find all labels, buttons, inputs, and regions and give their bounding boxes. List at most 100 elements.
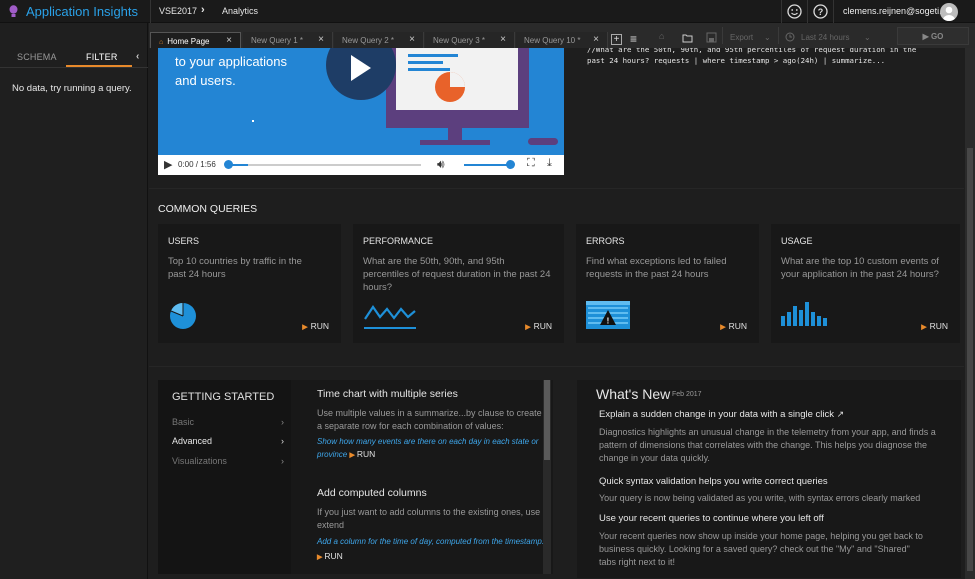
card-description: What are the top 10 custom events of you… <box>781 256 939 280</box>
empty-message: No data, try running a query. <box>12 83 132 94</box>
fullscreen-icon[interactable]: ⛶ <box>527 157 535 170</box>
export-chevron-icon[interactable]: ⌄ <box>764 33 771 42</box>
tab-new-query-2[interactable]: New Query 2 * × <box>334 32 424 48</box>
nav-item-visualizations[interactable]: Visualizations › <box>172 456 284 466</box>
section-text: If you just want to add columns to the e… <box>317 507 541 530</box>
play-icon: ▶ <box>922 32 931 41</box>
run-button[interactable]: ▶ RUN <box>317 550 547 564</box>
tab-new-query-10[interactable]: New Query 10 * × <box>516 32 608 48</box>
news-item-heading: Quick syntax validation helps you write … <box>599 476 828 487</box>
close-icon[interactable]: × <box>409 34 415 45</box>
brand-title[interactable]: Application Insights <box>26 4 138 19</box>
volume-icon[interactable]: 🔊︎ <box>437 157 445 172</box>
close-icon[interactable]: × <box>593 34 599 45</box>
run-arrow-icon: ▶ <box>921 324 927 331</box>
line-chart-icon <box>364 305 416 329</box>
run-button[interactable]: ▶ RUN <box>921 321 948 331</box>
example-link[interactable]: Show how many events are there on each d… <box>317 435 547 462</box>
section-text: Use multiple values in a summarize...by … <box>317 408 542 431</box>
run-button[interactable]: ▶ RUN <box>302 321 329 331</box>
avatar[interactable] <box>940 3 958 21</box>
run-arrow-icon: ▶ <box>349 452 355 459</box>
breadcrumb-chevron-icon: › <box>201 4 205 16</box>
video-controls: ▶ 0:00 / 1:56 🔊︎ ⛶ ⤓ <box>158 155 564 175</box>
tab-home-page[interactable]: ⌂ Home Page × <box>150 32 241 49</box>
close-icon[interactable]: × <box>226 35 232 46</box>
new-tab-plus-icon[interactable]: + <box>611 34 622 45</box>
card-title: PERFORMANCE <box>363 236 434 246</box>
news-item-text: Your query is now being validated as you… <box>599 493 921 503</box>
volume-slider[interactable] <box>464 164 512 166</box>
time-range-chevron-icon[interactable]: ⌄ <box>864 33 871 42</box>
breadcrumb-page[interactable]: Analytics <box>222 6 258 16</box>
run-button[interactable]: ▶ RUN <box>349 449 375 459</box>
run-button[interactable]: ▶ RUN <box>525 321 552 331</box>
go-button[interactable]: ▶ GO <box>897 27 969 45</box>
example-link[interactable]: Add a column for the time of day, comput… <box>317 535 547 548</box>
bar-chart-icon <box>781 302 827 326</box>
run-button[interactable]: ▶ RUN <box>720 321 747 331</box>
scrollbar-thumb[interactable] <box>544 380 550 460</box>
tab-new-query-1[interactable]: New Query 1 * × <box>243 32 333 48</box>
query-card-usage[interactable]: USAGE What are the top 10 custom events … <box>771 224 960 343</box>
getting-started-nav: GETTING STARTED Basic › Advanced › Visuali… <box>158 380 291 574</box>
smiley-feedback-icon[interactable] <box>786 3 803 20</box>
getting-started-title: GETTING STARTED <box>172 391 275 403</box>
tab-filter[interactable]: FILTER <box>86 52 118 62</box>
scrollbar-thumb[interactable] <box>967 148 973 571</box>
close-icon[interactable]: × <box>318 34 324 45</box>
open-folder-icon[interactable] <box>682 33 694 43</box>
tab-new-query-3[interactable]: New Query 3 * × <box>425 32 515 48</box>
volume-handle[interactable] <box>506 160 515 169</box>
time-range-select[interactable]: Last 24 hours <box>801 33 849 42</box>
query-card-users[interactable]: USERS Top 10 countries by traffic in the… <box>158 224 341 343</box>
card-description: What are the 50th, 90th, and 95th percen… <box>363 256 551 293</box>
run-arrow-icon: ▶ <box>525 324 531 331</box>
chevron-right-icon: › <box>281 456 284 466</box>
common-queries-title: COMMON QUERIES <box>158 203 258 215</box>
whats-new-title: What's New <box>596 386 671 402</box>
nav-item-advanced[interactable]: Advanced › <box>172 436 284 446</box>
query-card-errors[interactable]: ERRORS Find what exceptions led to faile… <box>576 224 759 343</box>
tab-label: New Query 1 * <box>251 36 304 45</box>
video-seek-bar[interactable] <box>226 164 421 166</box>
news-item-link[interactable]: Explain a sudden change in your data wit… <box>599 409 844 420</box>
video-caption-line2: and users. <box>175 73 236 88</box>
news-item-text: Your recent queries now show up inside y… <box>599 531 923 567</box>
breadcrumb-resource[interactable]: VSE2017 <box>159 6 197 16</box>
section-heading: Add computed columns <box>317 487 427 499</box>
user-avatar-icon <box>943 6 955 21</box>
video-caption-line1: to your applications <box>175 54 288 69</box>
download-icon[interactable]: ⤓ <box>547 157 552 170</box>
nav-item-basic[interactable]: Basic › <box>172 417 284 427</box>
whats-new-date: Feb 2017 <box>672 391 702 398</box>
close-icon[interactable]: × <box>500 34 506 45</box>
svg-text:?: ? <box>818 7 824 17</box>
tab-label: New Query 2 * <box>342 36 395 45</box>
help-icon[interactable]: ? <box>812 3 829 20</box>
export-button[interactable]: Export <box>730 33 753 42</box>
tab-label: Home Page <box>167 37 210 46</box>
home-icon: ⌂ <box>159 39 164 46</box>
query-preview[interactable]: //What are the 50th, 90th, and 95th perc… <box>587 48 917 66</box>
run-arrow-icon: ▶ <box>720 324 726 331</box>
app-insights-logo-icon <box>9 5 18 17</box>
collapse-chevron-icon[interactable]: ‹ <box>136 51 139 62</box>
tab-list-menu-icon[interactable]: ≡ <box>630 32 637 46</box>
tab-schema[interactable]: SCHEMA <box>17 52 57 62</box>
query-card-performance[interactable]: PERFORMANCE What are the 50th, 90th, and… <box>353 224 564 343</box>
home-icon[interactable]: ⌂ <box>659 31 664 41</box>
whats-new-panel: What's New Feb 2017 Explain a sudden cha… <box>577 380 961 578</box>
page-scrollbar[interactable] <box>965 48 975 579</box>
run-arrow-icon: ▶ <box>317 554 323 561</box>
external-link-icon: ↗ <box>836 409 845 419</box>
card-description: Top 10 countries by traffic in the past … <box>168 256 302 280</box>
getting-started-panel: GETTING STARTED Basic › Advanced › Visuali… <box>158 380 553 574</box>
chevron-right-icon: › <box>281 436 284 446</box>
getting-started-scrollbar[interactable] <box>543 380 551 574</box>
section-heading: Time chart with multiple series <box>317 388 458 400</box>
user-email[interactable]: clemens.reijnen@sogeti.nl <box>843 6 949 16</box>
save-icon[interactable] <box>706 32 717 43</box>
play-icon[interactable]: ▶ <box>164 158 172 171</box>
warning-window-icon: ! <box>586 301 630 329</box>
